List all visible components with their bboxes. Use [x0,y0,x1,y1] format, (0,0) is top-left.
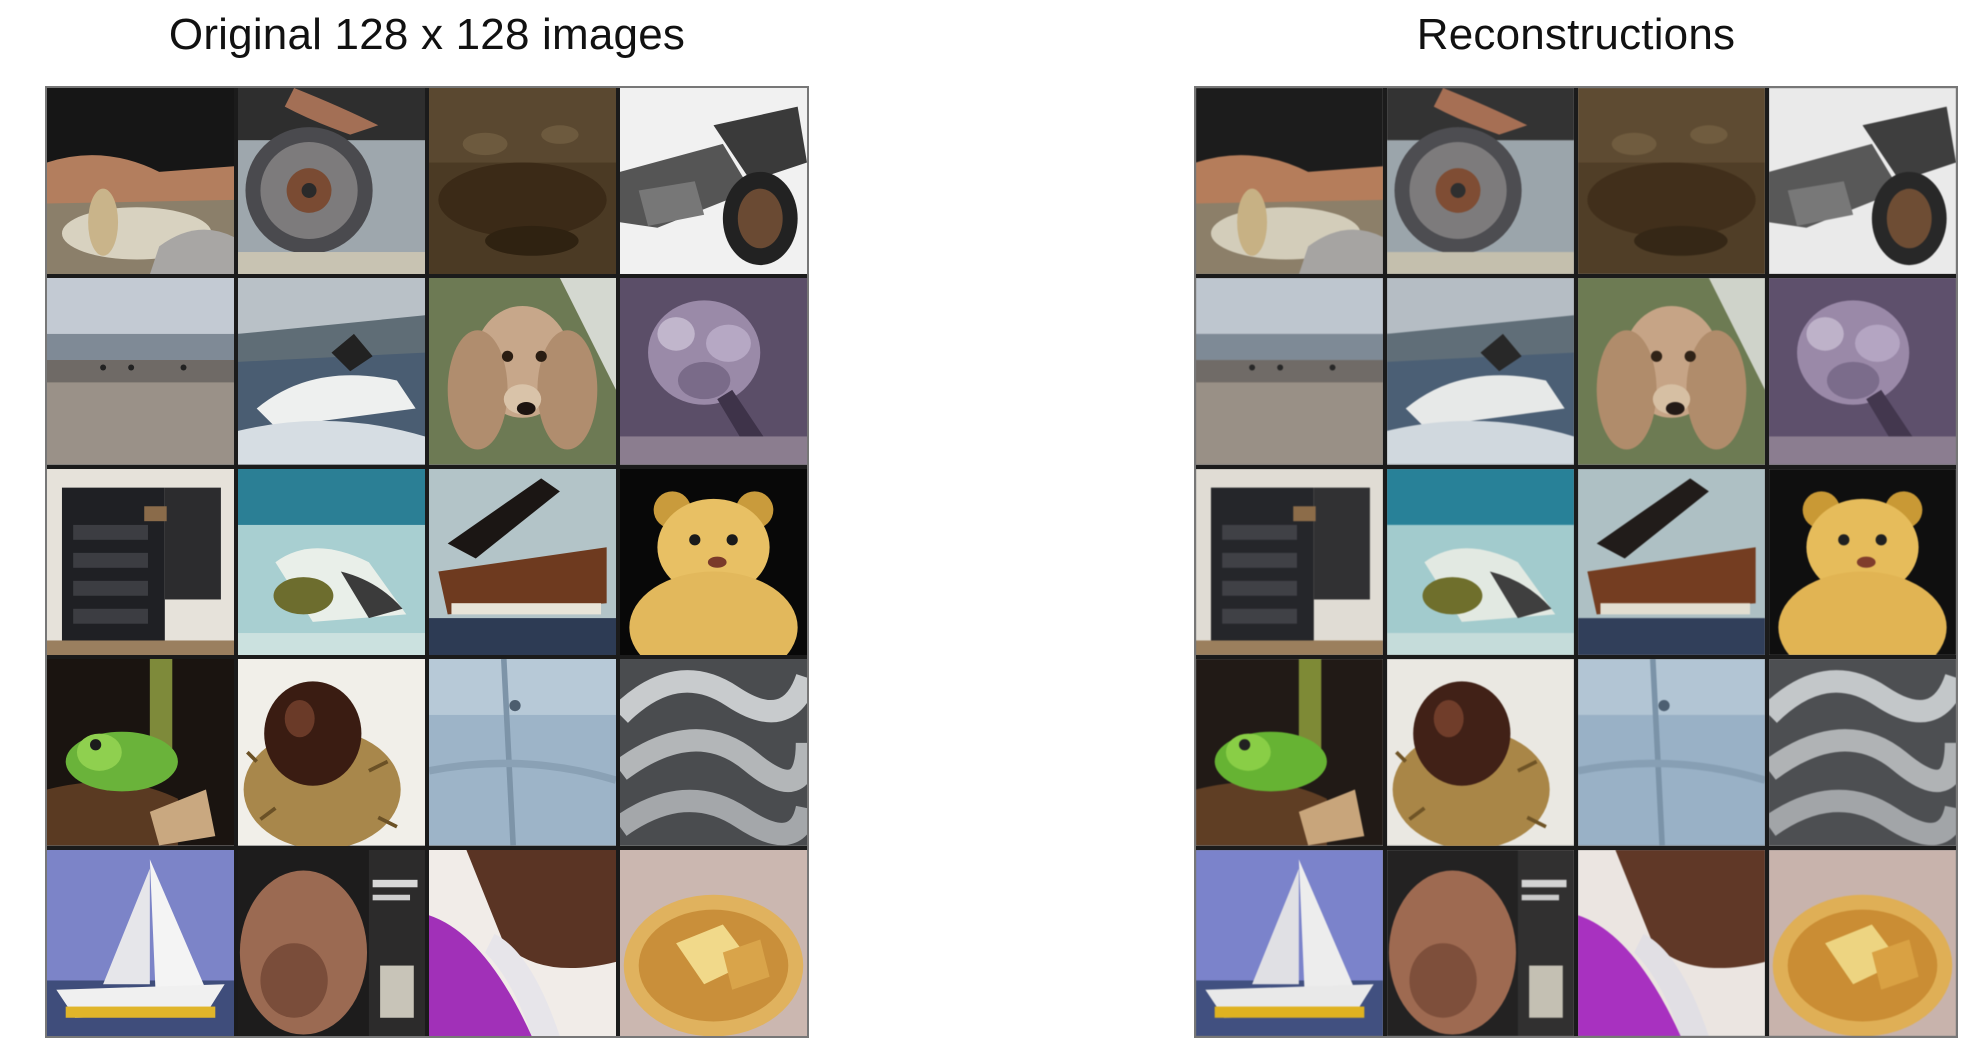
sailboat-icon [47,849,234,1036]
grand-piano-tile [429,468,616,656]
rust-texture-tile [1578,88,1765,275]
rope-coil-tile [1769,659,1956,846]
brake-disc-tile [1387,88,1574,275]
original-title: Original 128 x 128 images [168,10,686,59]
spaniel-dog-tile [429,278,616,465]
purple-flower-tile [620,278,807,465]
book-cover-hand-tile [238,849,425,1036]
sailboat-icon [1196,849,1383,1036]
binoculars-tile [1769,88,1956,275]
beach-horizon-icon [47,278,234,465]
fabric-folds-icon [1578,849,1765,1036]
bird-in-water-icon [238,468,425,656]
brake-disc-icon [238,88,425,275]
purple-flower-icon [1769,278,1956,465]
denim-jeans-icon [429,659,616,846]
dresser-cabinet-tile [47,468,234,656]
bird-in-water-tile [238,468,425,656]
chestnut-burr-tile [1387,659,1574,846]
reconstructions-panel: Reconstructions [1194,0,1958,1048]
binoculars-icon [1769,88,1956,275]
purple-flower-tile [1769,278,1956,465]
speedboat-tile [238,278,425,465]
reconstruction-image-grid [1194,86,1958,1038]
denim-jeans-tile [429,659,616,846]
tree-frog-icon [47,659,234,846]
rust-texture-icon [429,88,616,275]
rope-coil-tile [620,659,807,846]
dresser-cabinet-tile [1196,468,1383,656]
purple-flower-icon [620,278,807,465]
rust-texture-icon [1578,88,1765,275]
chestnut-burr-icon [238,659,425,846]
tree-frog-icon [1196,659,1383,846]
beach-horizon-tile [1196,278,1383,465]
hands-cutting-icon [47,88,234,275]
hands-cutting-tile [1196,88,1383,275]
beach-horizon-tile [47,278,234,465]
fabric-folds-icon [429,849,616,1036]
sailboat-tile [47,849,234,1036]
original-image-grid [45,86,809,1038]
teddy-bear-icon [1769,468,1956,656]
chestnut-burr-icon [1387,659,1574,846]
speedboat-tile [1387,278,1574,465]
teddy-bear-icon [620,468,807,656]
speedboat-icon [238,278,425,465]
tree-frog-tile [47,659,234,846]
bird-in-water-icon [1387,468,1574,656]
soup-bowl-tile [1769,849,1956,1036]
book-cover-hand-icon [238,849,425,1036]
book-cover-hand-icon [1387,849,1574,1036]
brake-disc-icon [1387,88,1574,275]
spaniel-dog-tile [1578,278,1765,465]
fabric-folds-tile [429,849,616,1036]
grand-piano-icon [429,468,616,656]
grand-piano-icon [1578,468,1765,656]
speedboat-icon [1387,278,1574,465]
fabric-folds-tile [1578,849,1765,1036]
bird-in-water-tile [1387,468,1574,656]
soup-bowl-tile [620,849,807,1036]
sailboat-tile [1196,849,1383,1036]
rope-coil-icon [1769,659,1956,846]
reconstructions-title: Reconstructions [1416,10,1736,59]
teddy-bear-tile [1769,468,1956,656]
beach-horizon-icon [1196,278,1383,465]
rust-texture-tile [429,88,616,275]
soup-bowl-icon [1769,849,1956,1036]
binoculars-icon [620,88,807,275]
original-panel: Original 128 x 128 images [45,0,809,1048]
binoculars-tile [620,88,807,275]
hands-cutting-tile [47,88,234,275]
tree-frog-tile [1196,659,1383,846]
book-cover-hand-tile [1387,849,1574,1036]
spaniel-dog-icon [429,278,616,465]
brake-disc-tile [238,88,425,275]
chestnut-burr-tile [238,659,425,846]
grand-piano-tile [1578,468,1765,656]
teddy-bear-tile [620,468,807,656]
denim-jeans-icon [1578,659,1765,846]
rope-coil-icon [620,659,807,846]
dresser-cabinet-icon [1196,468,1383,656]
dresser-cabinet-icon [47,468,234,656]
spaniel-dog-icon [1578,278,1765,465]
soup-bowl-icon [620,849,807,1036]
hands-cutting-icon [1196,88,1383,275]
denim-jeans-tile [1578,659,1765,846]
